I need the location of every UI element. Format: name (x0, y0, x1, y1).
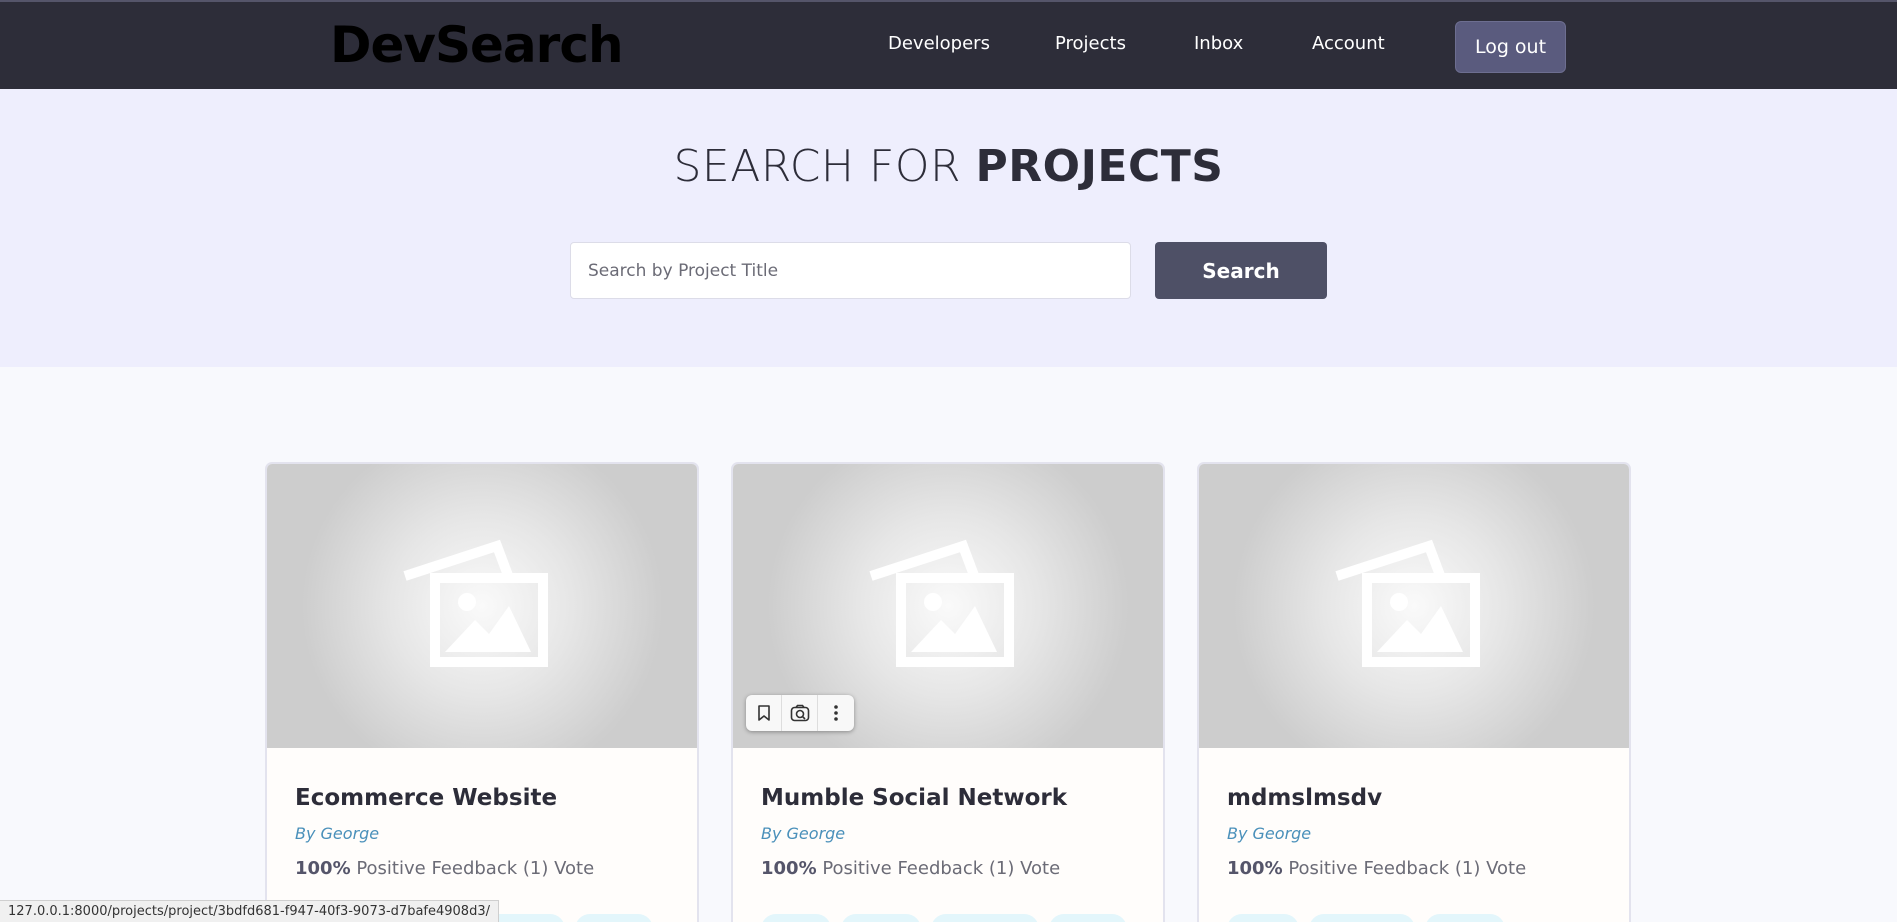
feedback-text: Positive Feedback (1) Vote (350, 858, 595, 879)
feedback-percent: 100% (1227, 858, 1283, 879)
feedback-text: Positive Feedback (1) Vote (1282, 858, 1527, 879)
project-tag[interactable] (1227, 914, 1299, 922)
project-title[interactable]: Mumble Social Network (761, 785, 1067, 811)
project-tag[interactable] (841, 914, 921, 922)
project-feedback: 100% Positive Feedback (1) Vote (1227, 858, 1526, 879)
nav-link-projects[interactable]: Projects (1055, 33, 1126, 54)
feedback-percent: 100% (295, 858, 351, 879)
logo[interactable]: DevSearch (330, 16, 624, 74)
more-options-icon[interactable] (818, 695, 854, 731)
nav-link-account[interactable]: Account (1312, 33, 1385, 54)
navbar: DevSearch Developers Projects Inbox Acco… (0, 0, 1897, 89)
image-placeholder-icon (869, 539, 1014, 667)
feedback-percent: 100% (761, 858, 817, 879)
status-bar-url: 127.0.0.1:8000/projects/project/3bdfd681… (0, 900, 499, 922)
project-tag[interactable] (1049, 914, 1127, 922)
image-hover-toolbar (746, 695, 854, 731)
page-title-light: SEARCH FOR (673, 141, 962, 192)
project-thumbnail[interactable] (1199, 464, 1629, 748)
page-title-bold: PROJECTS (975, 141, 1224, 192)
project-thumbnail[interactable] (267, 464, 697, 748)
nav-link-developers[interactable]: Developers (888, 33, 990, 54)
image-placeholder-icon (403, 539, 548, 667)
search-input[interactable] (570, 242, 1131, 299)
project-author[interactable]: By George (1227, 824, 1311, 843)
search-button[interactable]: Search (1155, 242, 1327, 299)
project-card[interactable]: Ecommerce Website By George 100% Positiv… (265, 462, 699, 922)
project-tag[interactable] (761, 914, 831, 922)
visual-search-icon[interactable] (782, 695, 818, 731)
project-feedback: 100% Positive Feedback (1) Vote (295, 858, 594, 879)
project-title[interactable]: mdmslmsdv (1227, 785, 1382, 811)
image-placeholder-icon (1335, 539, 1480, 667)
feedback-text: Positive Feedback (1) Vote (816, 858, 1061, 879)
project-tag[interactable] (1309, 914, 1415, 922)
project-title[interactable]: Ecommerce Website (295, 785, 557, 811)
project-author[interactable]: By George (295, 824, 379, 843)
search-hero: SEARCH FOR PROJECTS Search (0, 89, 1897, 367)
project-author[interactable]: By George (761, 824, 845, 843)
project-feedback: 100% Positive Feedback (1) Vote (761, 858, 1060, 879)
bookmark-icon[interactable] (746, 695, 782, 731)
page-title: SEARCH FOR PROJECTS (0, 141, 1897, 192)
project-tag[interactable] (931, 914, 1039, 922)
project-card[interactable]: mdmslmsdv By George 100% Positive Feedba… (1197, 462, 1631, 922)
nav-link-inbox[interactable]: Inbox (1194, 33, 1243, 54)
logout-button[interactable]: Log out (1455, 21, 1566, 73)
project-tag[interactable] (575, 914, 653, 922)
project-tag[interactable] (1425, 914, 1505, 922)
project-card[interactable]: Mumble Social Network By George 100% Pos… (731, 462, 1165, 922)
